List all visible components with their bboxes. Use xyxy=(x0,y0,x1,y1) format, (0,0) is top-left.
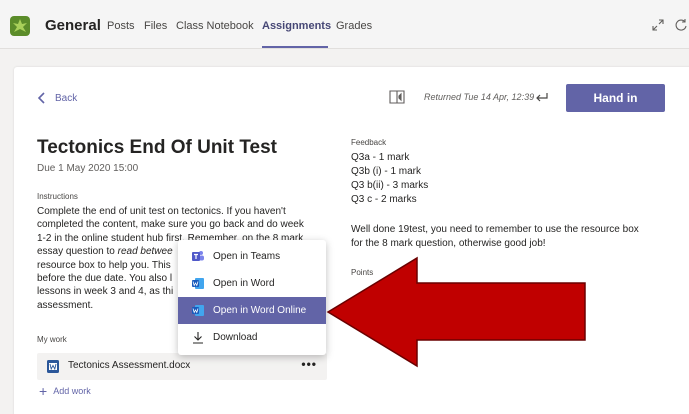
menu-item-label: Open in Teams xyxy=(213,251,281,262)
menu-item-download[interactable]: Download xyxy=(178,324,326,351)
file-name: Tectonics Assessment.docx xyxy=(68,360,191,371)
hand-in-button[interactable]: Hand in xyxy=(566,84,665,112)
instructions-label: Instructions xyxy=(37,192,78,201)
teams-icon xyxy=(192,251,204,261)
my-work-label: My work xyxy=(37,335,67,344)
more-options-button[interactable]: ••• xyxy=(301,357,317,371)
back-label: Back xyxy=(55,92,78,104)
expand-icon[interactable] xyxy=(651,18,665,32)
word-icon xyxy=(192,278,204,289)
tab-posts[interactable]: Posts xyxy=(107,20,135,32)
feedback-label: Feedback xyxy=(351,138,387,147)
menu-item-open-in-word[interactable]: Open in Word xyxy=(178,270,326,297)
file-context-menu: Open in Teams Open in Word Open in Word … xyxy=(178,240,326,355)
word-online-icon xyxy=(192,305,204,316)
due-date: Due 1 May 2020 15:00 xyxy=(37,163,139,174)
team-avatar-icon[interactable] xyxy=(10,16,30,36)
undo-icon[interactable] xyxy=(535,90,549,104)
refresh-icon[interactable] xyxy=(674,18,688,32)
menu-item-label: Open in Word Online xyxy=(213,305,307,316)
assignment-title: Tectonics End Of Unit Test xyxy=(37,137,277,158)
tab-grades[interactable]: Grades xyxy=(336,20,372,32)
tab-files[interactable]: Files xyxy=(144,20,167,32)
menu-item-open-in-word-online[interactable]: Open in Word Online xyxy=(178,297,326,324)
immersive-reader-icon[interactable] xyxy=(388,88,406,106)
tab-class-notebook[interactable]: Class Notebook xyxy=(176,20,254,32)
menu-item-label: Download xyxy=(213,332,258,343)
feedback-comment: Well done 19test, you need to remember t… xyxy=(351,224,639,249)
chevron-left-icon xyxy=(37,92,45,104)
plus-icon: + xyxy=(39,383,48,399)
add-work-button[interactable]: + Add work xyxy=(39,383,91,399)
word-file-icon xyxy=(47,360,59,373)
returned-status: Returned Tue 14 Apr, 12:39 xyxy=(424,92,535,102)
attached-file[interactable]: Tectonics Assessment.docx ••• xyxy=(37,353,327,380)
back-button[interactable]: Back xyxy=(37,91,77,105)
channel-name: General xyxy=(45,17,101,34)
add-work-label: Add work xyxy=(53,386,91,396)
channel-header: General Posts Files Class Notebook Assig… xyxy=(0,0,689,49)
active-tab-indicator xyxy=(262,46,328,48)
feedback-marks: Q3a - 1 mark Q3b (i) - 1 mark Q3 b(ii) -… xyxy=(351,152,429,205)
download-icon xyxy=(193,332,203,344)
points-label: Points xyxy=(351,268,374,277)
tab-assignments[interactable]: Assignments xyxy=(262,20,331,32)
menu-item-open-in-teams[interactable]: Open in Teams xyxy=(178,243,326,270)
menu-item-label: Open in Word xyxy=(213,278,275,289)
